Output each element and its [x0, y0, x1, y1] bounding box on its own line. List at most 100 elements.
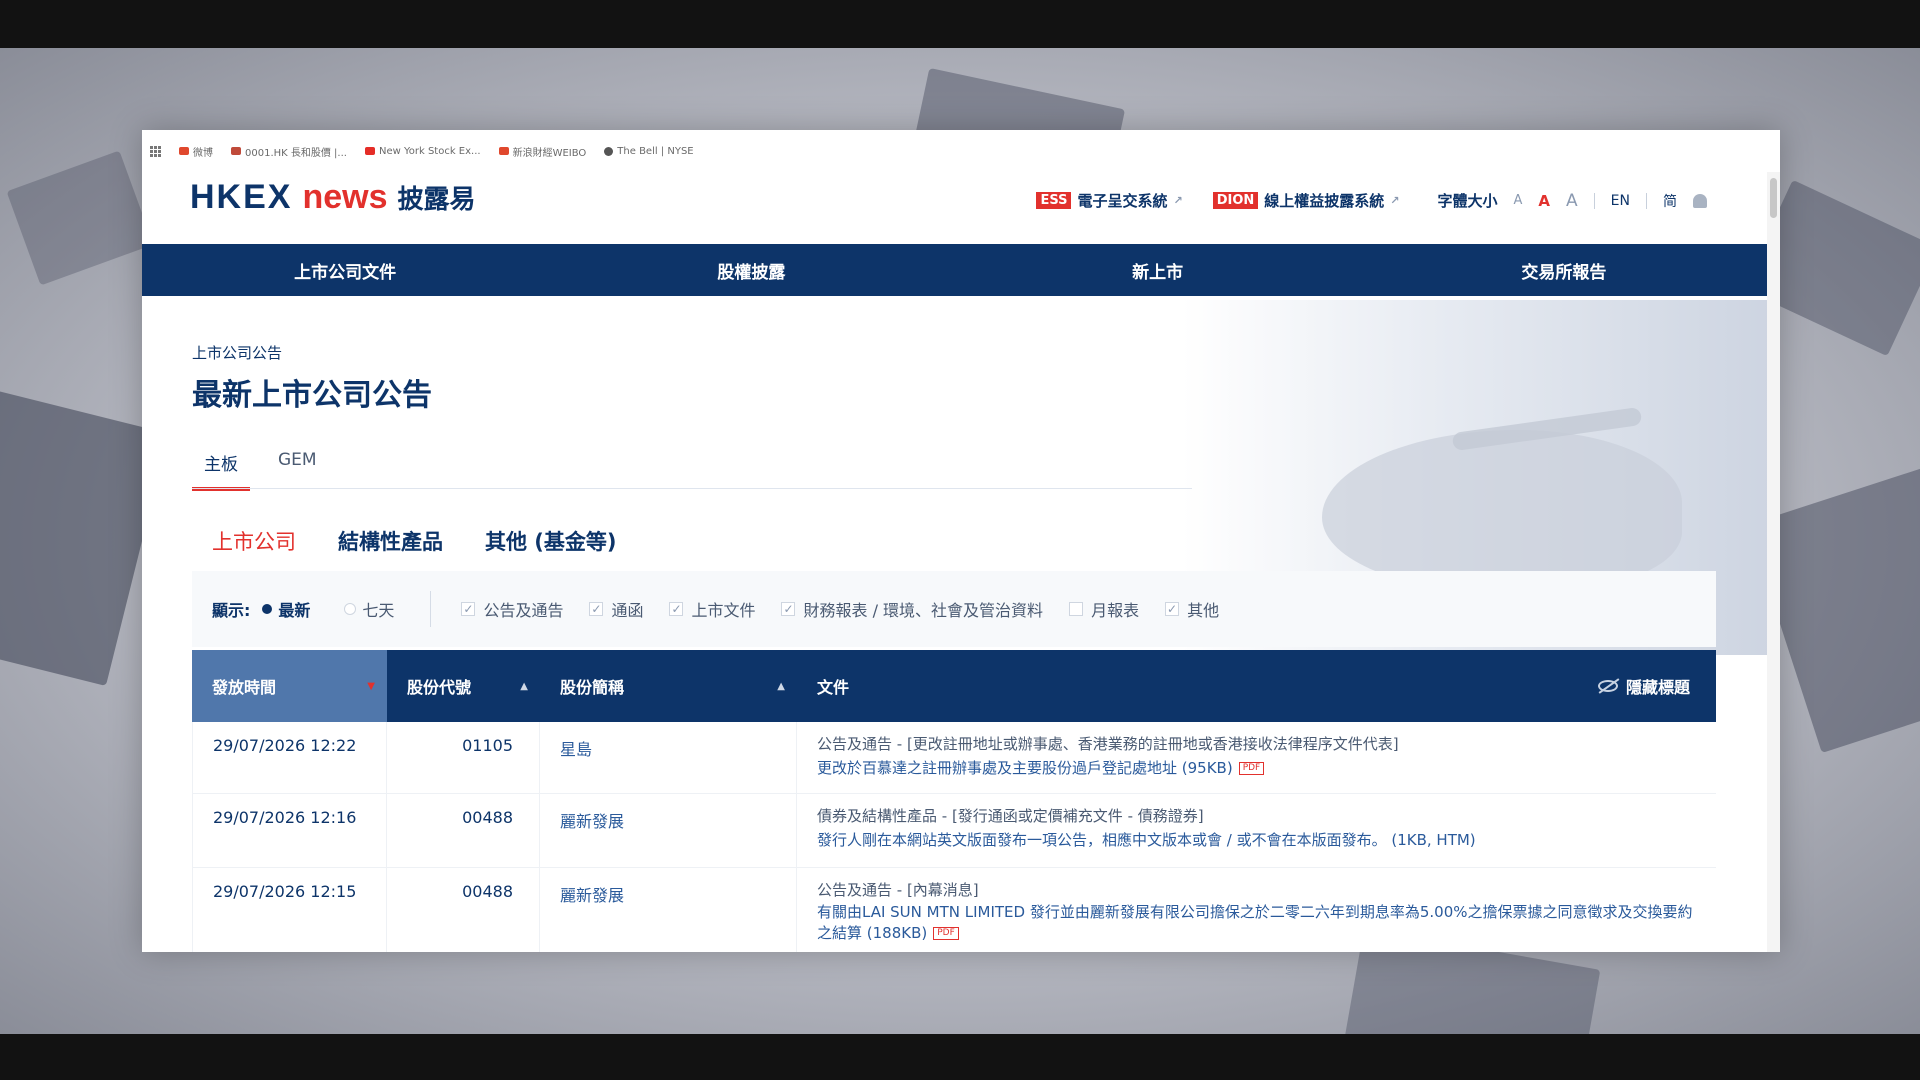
logo-hkex-text: HKEX	[190, 178, 293, 216]
document-category: 債券及結構性產品 - [發行通函或定價補充文件 - 債務證券]	[817, 807, 1204, 825]
font-size-label: 字體大小	[1437, 192, 1498, 210]
header-stock-name[interactable]: 股份簡稱 ▲	[540, 650, 797, 722]
document-link[interactable]: 發行人剛在本網站英文版面發布一項公告，相應中文版本或會 / 或不會在本版面發布。…	[817, 831, 1476, 849]
bookmark-label: 0001.HK 長和股價 |...	[245, 147, 347, 159]
hide-title-label: 隱藏標題	[1625, 678, 1690, 697]
tab-divider	[192, 488, 1192, 489]
cell-document: 公告及通告 - [更改註冊地址或辦事處、香港業務的註冊地或香港接收法律程序文件代…	[797, 722, 1716, 793]
bookmark-label: New York Stock Ex...	[378, 145, 481, 157]
bookmarks-bar: 微博 0001.HK 長和股價 |... New York Stock Ex..…	[142, 130, 1780, 172]
pdf-icon: PDF	[933, 927, 959, 940]
bookmark-thebell[interactable]: The Bell | NYSE	[604, 145, 694, 157]
radio-seven-days-label: 七天	[362, 601, 395, 620]
radio-seven-days[interactable]: 七天	[344, 597, 394, 621]
browser-window: 微博 0001.HK 長和股價 |... New York Stock Ex..…	[142, 130, 1780, 952]
divider	[1593, 192, 1595, 209]
bookmark-youtube[interactable]: New York Stock Ex...	[364, 145, 481, 157]
board-tabs: 主板 GEM	[192, 442, 329, 491]
tab-listed-companies[interactable]: 上市公司	[212, 526, 296, 556]
scrollbar-thumb[interactable]	[1770, 178, 1777, 218]
cell-stock-code: 00488	[387, 794, 540, 867]
dion-link[interactable]: DION 線上權益披露系統 ↗	[1212, 190, 1400, 211]
document-link[interactable]: 更改於百慕達之註冊辦事處及主要股份過戶登記處地址 (95KB)	[817, 759, 1233, 777]
tab-others-funds[interactable]: 其他 (基金等)	[485, 526, 617, 556]
checkbox-label: 財務報表 / 環境、社會及管治資料	[803, 601, 1044, 620]
table-row: 29/07/2026 12:16 00488 麗新發展 債券及結構性產品 - […	[192, 794, 1716, 868]
bookmark-sina[interactable]: 新浪財經WEIBO	[498, 144, 587, 159]
header-document: 文件 隱藏標題	[797, 650, 1716, 722]
checkbox-label: 其他	[1187, 601, 1220, 620]
tab-main-board[interactable]: 主板	[192, 442, 250, 491]
header-stock-code[interactable]: 股份代號 ▲	[387, 650, 540, 722]
lang-en-button[interactable]: EN	[1611, 193, 1630, 209]
divider	[1646, 192, 1647, 209]
bookmark-weibo[interactable]: 微博	[179, 144, 213, 159]
cell-stock-code: 00488	[387, 868, 540, 952]
header-label: 文件	[817, 678, 850, 697]
font-large-button[interactable]: A	[1566, 191, 1578, 211]
checkbox-announcements[interactable]: ✓ 公告及通告	[461, 597, 563, 621]
radio-latest[interactable]: 最新	[262, 597, 310, 621]
checkbox-financial-statements[interactable]: ✓ 財務報表 / 環境、社會及管治資料	[781, 597, 1043, 621]
lang-sc-button[interactable]: 简	[1663, 191, 1677, 211]
checkbox-monthly-returns[interactable]: 月報表	[1069, 597, 1139, 621]
bookmark-stock[interactable]: 0001.HK 長和股價 |...	[231, 144, 347, 159]
sort-asc-icon: ▲	[777, 680, 785, 692]
globe-icon	[604, 146, 614, 156]
cell-release-time: 29/07/2026 12:22	[192, 722, 387, 793]
bell-icon[interactable]	[1693, 193, 1707, 208]
header-release-time[interactable]: 發放時間 ▼	[192, 650, 387, 722]
bookmark-label: 新浪財經WEIBO	[512, 147, 587, 159]
cell-stock-name[interactable]: 麗新發展	[540, 868, 797, 952]
cell-stock-name[interactable]: 星島	[540, 722, 797, 793]
nav-disclosure-of-interests[interactable]: 股權披露	[548, 244, 954, 296]
dion-tag: DION	[1212, 192, 1259, 209]
utility-bar: ESS 電子呈交系統 ↗ DION 線上權益披露系統 ↗ 字體大小 A A A …	[1036, 190, 1707, 211]
checkbox-circulars[interactable]: ✓ 通函	[589, 597, 643, 621]
bookmark-label: The Bell | NYSE	[617, 145, 694, 157]
tab-structured-products[interactable]: 結構性產品	[338, 526, 443, 556]
font-small-button[interactable]: A	[1514, 193, 1523, 208]
table-header: 發放時間 ▼ 股份代號 ▲ 股份簡稱 ▲ 文件 隱藏標題	[192, 650, 1716, 722]
logo-chinese-text: 披露易	[397, 185, 476, 215]
checkbox-empty	[1069, 602, 1084, 616]
weibo-icon	[179, 147, 189, 155]
cell-stock-name[interactable]: 麗新發展	[540, 794, 797, 867]
hide-title-toggle[interactable]: 隱藏標題	[1597, 674, 1690, 698]
nav-listed-company-documents[interactable]: 上市公司文件	[142, 244, 548, 296]
font-medium-button[interactable]: A	[1538, 192, 1550, 210]
breadcrumb[interactable]: 上市公司公告	[192, 342, 282, 363]
page-title: 最新上市公司公告	[192, 378, 432, 413]
category-tabs: 上市公司 結構性產品 其他 (基金等)	[212, 526, 617, 556]
bookmark-apps[interactable]	[150, 145, 161, 157]
sort-desc-icon: ▼	[367, 680, 375, 692]
checkbox-listing-documents[interactable]: ✓ 上市文件	[669, 597, 755, 621]
eye-off-icon	[1597, 680, 1618, 692]
radio-latest-label: 最新	[278, 601, 311, 620]
letterbox-bottom	[0, 1034, 1920, 1080]
checkbox-others[interactable]: ✓ 其他	[1165, 597, 1219, 621]
main-nav: 上市公司文件 股權披露 新上市 交易所報告	[142, 244, 1767, 296]
checkbox-label: 通函	[611, 601, 644, 620]
header-label: 股份簡稱	[560, 678, 625, 697]
hkexnews-logo[interactable]: HKEX news 披露易	[190, 178, 476, 217]
weibo-icon	[498, 147, 509, 155]
checkbox-label: 月報表	[1091, 601, 1140, 620]
document-category: 公告及通告 - [更改註冊地址或辦事處、香港業務的註冊地或香港接收法律程序文件代…	[817, 735, 1399, 753]
filter-divider	[430, 591, 432, 627]
checkbox-label: 上市文件	[691, 601, 756, 620]
table-row: 29/07/2026 12:22 01105 星島 公告及通告 - [更改註冊地…	[192, 722, 1716, 794]
cell-document: 公告及通告 - [內幕消息] 有關由LAI SUN MTN LIMITED 發行…	[797, 868, 1716, 952]
ess-link[interactable]: ESS 電子呈交系統 ↗	[1036, 190, 1183, 211]
header-label: 發放時間	[212, 678, 277, 697]
document-category: 公告及通告 - [內幕消息]	[817, 881, 979, 899]
checkbox-label: 公告及通告	[483, 601, 564, 620]
nav-new-listings[interactable]: 新上市	[955, 244, 1361, 296]
announcements-table: 發放時間 ▼ 股份代號 ▲ 股份簡稱 ▲ 文件 隱藏標題 29/07/2026 …	[192, 650, 1716, 952]
page-scrollbar[interactable]	[1767, 172, 1780, 952]
site-header: HKEX news 披露易 ESS 電子呈交系統 ↗ DION 線上權益披露系統…	[142, 172, 1767, 240]
sort-asc-icon: ▲	[520, 680, 528, 692]
bookmark-label: 微博	[193, 147, 213, 159]
nav-exchange-reports[interactable]: 交易所報告	[1361, 244, 1767, 296]
tab-gem[interactable]: GEM	[266, 442, 329, 491]
